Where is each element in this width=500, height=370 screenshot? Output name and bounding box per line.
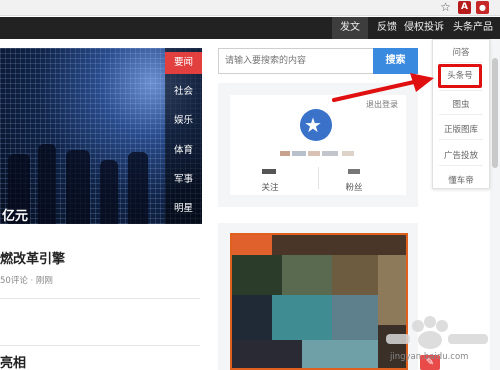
redacted-count <box>348 169 360 174</box>
category-tab-sports[interactable]: 体育 <box>165 140 202 162</box>
article-item[interactable]: 燃改革引擎 50评论 · 刚刚 <box>0 248 200 286</box>
dropdown-item-toutiaohao[interactable]: 头条号 <box>441 67 479 85</box>
annotation-arrow <box>332 73 434 102</box>
watermark-paw <box>424 316 436 328</box>
watermark-mark <box>448 334 488 344</box>
category-tab-celebrity[interactable]: 明星 <box>165 198 202 220</box>
top-nav-bar: 发文 反馈 侵权投诉 头条产品 <box>0 17 500 39</box>
profile-card-body: ★ 退出登录 关注 粉丝 <box>230 95 406 195</box>
category-tab-entertainment[interactable]: 娱乐 <box>165 110 202 132</box>
feed-image-block <box>332 255 378 295</box>
redacted-username <box>342 151 354 156</box>
products-dropdown: 问答 图虫 正版图库 广告投放 懂车帝 <box>432 39 490 189</box>
watermark-paw <box>436 320 448 332</box>
redacted-username <box>292 151 306 156</box>
article-meta: 50评论 · 刚刚 <box>0 276 53 286</box>
watermark-paw <box>418 331 442 349</box>
feed-image-block <box>282 255 332 295</box>
feed-image-block <box>232 295 272 340</box>
nav-feedback-link[interactable]: 反馈 <box>372 17 402 39</box>
dropdown-item-wenda[interactable]: 问答 <box>433 46 489 58</box>
browser-page: ☆ A ● 发文 反馈 侵权投诉 头条产品 亿元 要闻 社会 娱乐 体育 军事 … <box>0 0 500 370</box>
hero-caption[interactable]: 亿元 <box>2 205 28 224</box>
feed-image-block <box>232 340 302 368</box>
extension-icon[interactable]: ● <box>476 1 489 14</box>
dropdown-separator <box>439 139 483 140</box>
fans-label[interactable]: 粉丝 <box>334 181 374 193</box>
nav-post-button[interactable]: 发文 <box>332 17 368 39</box>
arrow-head <box>410 73 434 92</box>
category-tab-headlines[interactable]: 要闻 <box>165 52 202 74</box>
nav-products-menu[interactable]: 头条产品 <box>448 17 498 39</box>
redacted-count <box>262 169 276 174</box>
redacted-username <box>322 151 338 156</box>
browser-toolbar: ☆ A ● <box>0 0 500 16</box>
article-divider <box>0 298 200 299</box>
feed-image-block <box>272 235 406 255</box>
dropdown-separator <box>439 165 483 166</box>
dropdown-item-tuchong[interactable]: 图虫 <box>433 98 489 110</box>
hero-silhouette <box>66 150 90 224</box>
dropdown-item-gallery[interactable]: 正版图库 <box>433 123 489 135</box>
dropdown-separator <box>439 62 483 63</box>
category-tab-military[interactable]: 军事 <box>165 169 202 191</box>
feed-image-block <box>302 340 378 368</box>
scrollbar-thumb[interactable] <box>492 58 498 168</box>
hero-silhouette <box>38 144 56 224</box>
dropdown-separator <box>439 90 483 91</box>
hero-category-list: 要闻 社会 娱乐 体育 军事 明星 <box>165 48 202 224</box>
redacted-username <box>280 151 290 156</box>
highlight-box[interactable]: 头条号 <box>438 64 482 88</box>
avatar-star-icon: ★ <box>304 113 322 137</box>
bookmark-star-icon[interactable]: ☆ <box>439 1 452 14</box>
watermark-mark <box>386 334 410 344</box>
follow-label[interactable]: 关注 <box>250 181 290 193</box>
article-divider <box>0 345 200 346</box>
watermark-paw <box>412 320 424 332</box>
pdf-extension-icon[interactable]: A <box>458 1 471 14</box>
article-title[interactable]: 燃改革引擎 <box>0 248 200 267</box>
dropdown-item-dongchedi[interactable]: 懂车帝 <box>433 174 489 186</box>
dropdown-item-ads[interactable]: 广告投放 <box>433 149 489 161</box>
feed-image-block <box>332 295 378 340</box>
feed-image-block <box>232 235 272 255</box>
hero-silhouette <box>128 152 148 224</box>
hero-silhouette <box>100 160 118 224</box>
watermark-url: jingyan.baidu.com <box>390 352 469 362</box>
avatar[interactable]: ★ <box>300 109 332 141</box>
redacted-username <box>308 151 320 156</box>
dropdown-separator <box>439 114 483 115</box>
stat-divider <box>318 167 319 189</box>
feed-image-block <box>232 255 282 295</box>
category-tab-society[interactable]: 社会 <box>165 81 202 103</box>
article-item[interactable]: 亮相 <box>0 352 200 370</box>
arrow-shaft <box>332 80 416 102</box>
article-title[interactable]: 亮相 <box>0 352 200 370</box>
nav-infringement-link[interactable]: 侵权投诉 <box>404 17 444 39</box>
feed-image-block <box>272 295 332 340</box>
